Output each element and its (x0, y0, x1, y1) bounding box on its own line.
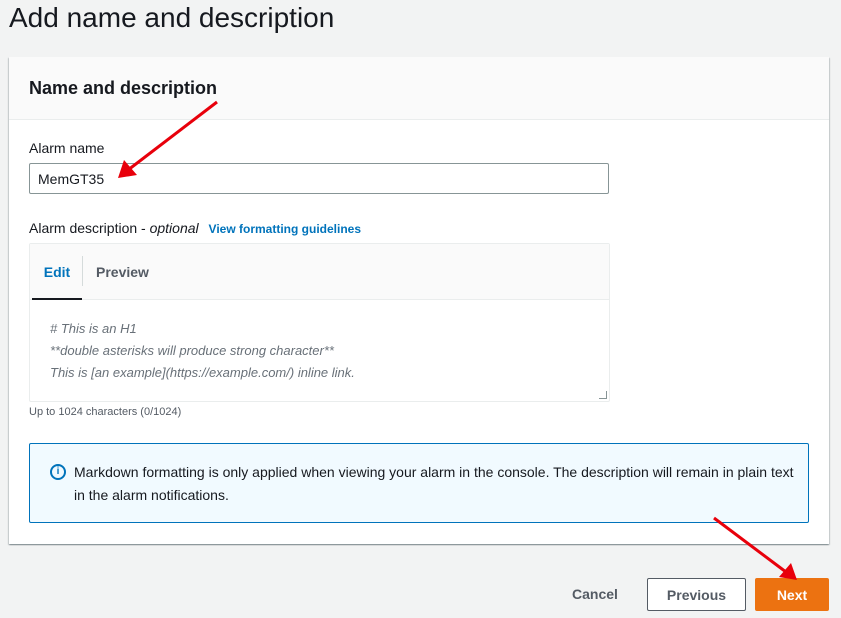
alarm-name-input[interactable] (29, 163, 609, 194)
info-icon: i (50, 464, 66, 480)
description-editor: Edit Preview # This is an H1 **double as… (29, 243, 610, 402)
info-alert: i Markdown formatting is only applied wh… (29, 443, 809, 523)
alarm-description-label-text: Alarm description - (29, 220, 150, 236)
tab-preview[interactable]: Preview (96, 244, 149, 300)
placeholder-line: **double asterisks will produce strong c… (50, 343, 334, 358)
description-textarea[interactable]: # This is an H1 **double asterisks will … (30, 300, 609, 402)
info-alert-text: Markdown formatting is only applied when… (74, 464, 794, 503)
view-formatting-guidelines-link[interactable]: View formatting guidelines (209, 222, 361, 236)
placeholder-line: # This is an H1 (50, 321, 137, 336)
alarm-name-label: Alarm name (29, 140, 105, 156)
cancel-button[interactable]: Cancel (560, 578, 630, 611)
panel-header: Name and description (9, 57, 829, 120)
placeholder-line: This is [an example](https://example.com… (50, 365, 355, 380)
resize-handle[interactable] (599, 391, 607, 399)
page-title: Add name and description (9, 2, 335, 33)
tab-divider (82, 256, 83, 286)
panel-title: Name and description (29, 78, 218, 98)
editor-tabs: Edit Preview (30, 244, 609, 300)
tab-edit[interactable]: Edit (32, 244, 82, 300)
character-limit-hint: Up to 1024 characters (0/1024) (29, 406, 182, 418)
optional-tag: optional (149, 220, 199, 236)
next-button[interactable]: Next (755, 578, 829, 611)
alarm-description-label: Alarm description - optional View format… (29, 219, 361, 238)
previous-button[interactable]: Previous (647, 578, 746, 611)
name-description-panel: Name and description Alarm name Alarm de… (9, 57, 829, 544)
